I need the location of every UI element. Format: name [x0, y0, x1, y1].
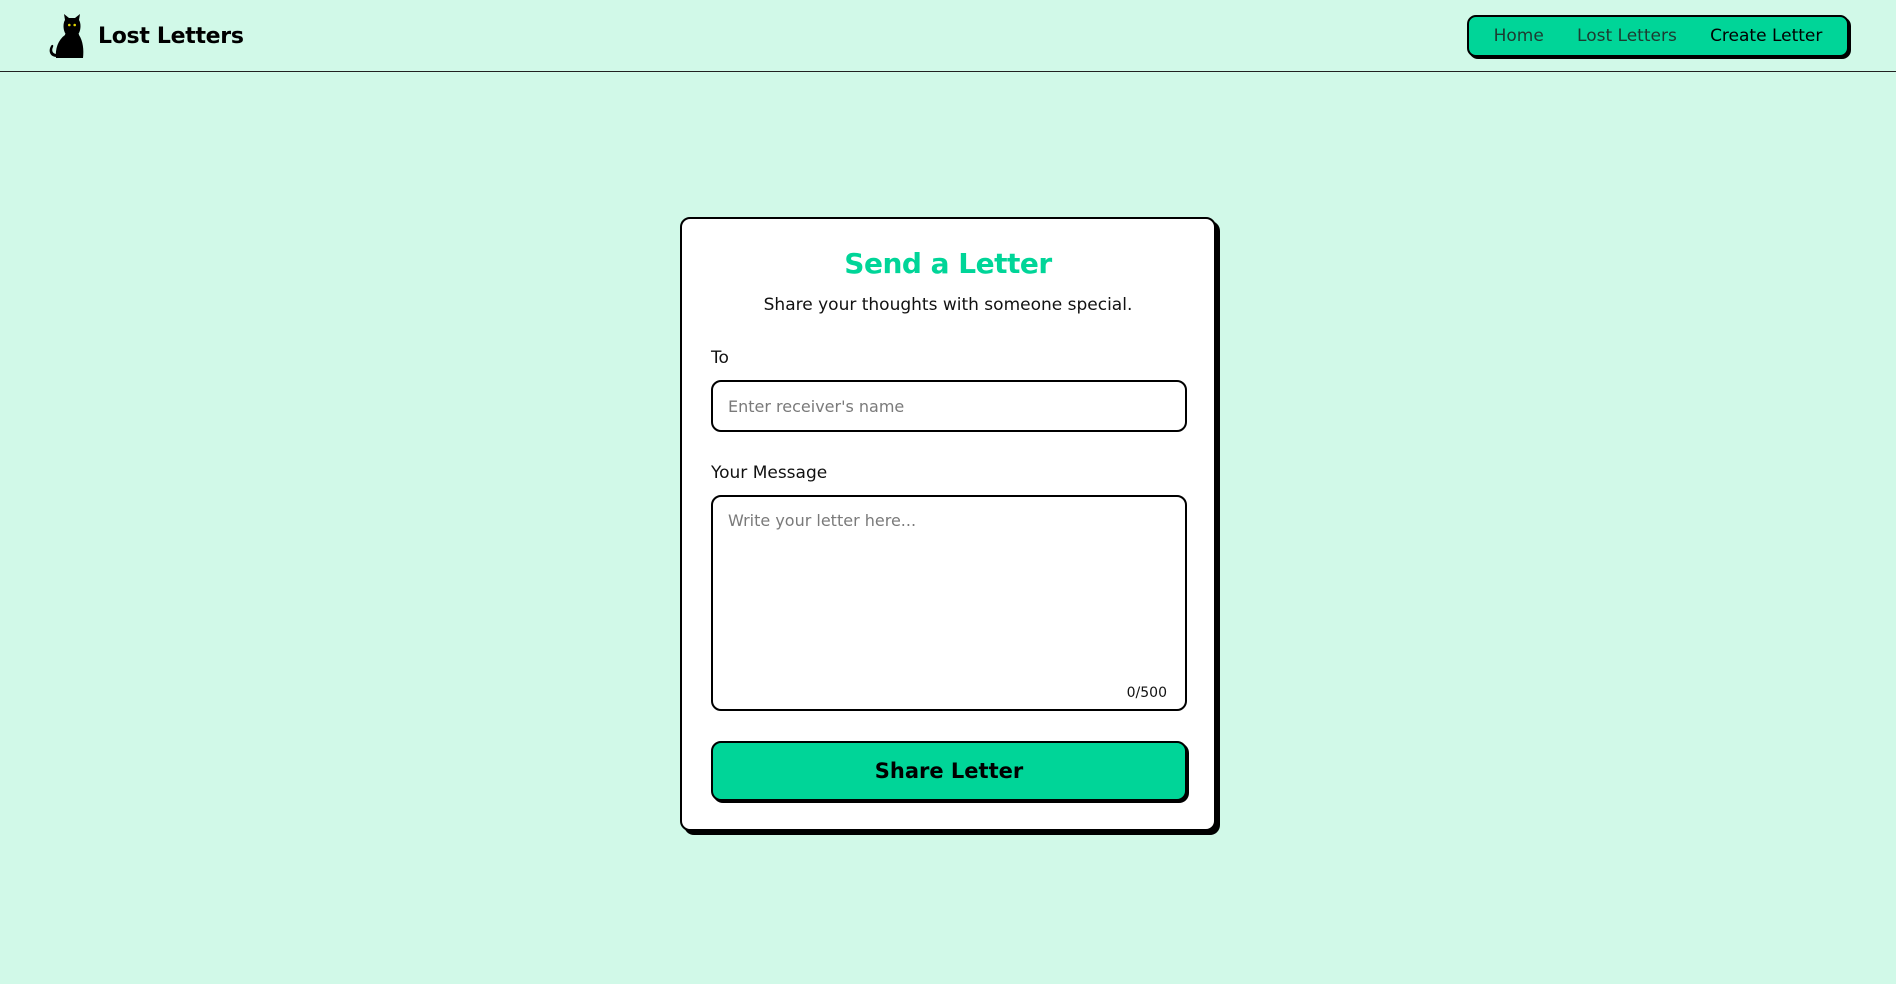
- character-counter: 0/500: [1126, 685, 1167, 701]
- share-letter-button[interactable]: Share Letter: [711, 741, 1187, 801]
- top-navbar: Lost Letters Home Lost Letters Create Le…: [0, 0, 1896, 72]
- brand-name: Lost Letters: [98, 23, 244, 49]
- receiver-name-input[interactable]: [711, 380, 1187, 432]
- nav-lost-letters-link[interactable]: Lost Letters: [1577, 26, 1677, 46]
- to-label: To: [711, 348, 729, 368]
- nav-menu: Home Lost Letters Create Letter: [1467, 15, 1849, 57]
- nav-home-link[interactable]: Home: [1494, 26, 1544, 46]
- nav-create-letter-link[interactable]: Create Letter: [1710, 26, 1822, 46]
- form-title: Send a Letter: [844, 247, 1052, 280]
- message-field: 0/500: [711, 495, 1187, 711]
- cat-icon: [49, 14, 84, 58]
- brand[interactable]: Lost Letters: [48, 12, 244, 60]
- form-subtitle: Share your thoughts with someone special…: [763, 295, 1133, 315]
- message-label: Your Message: [711, 463, 828, 483]
- message-textarea[interactable]: [711, 495, 1187, 711]
- send-letter-card: Send a Letter Share your thoughts with s…: [680, 217, 1216, 831]
